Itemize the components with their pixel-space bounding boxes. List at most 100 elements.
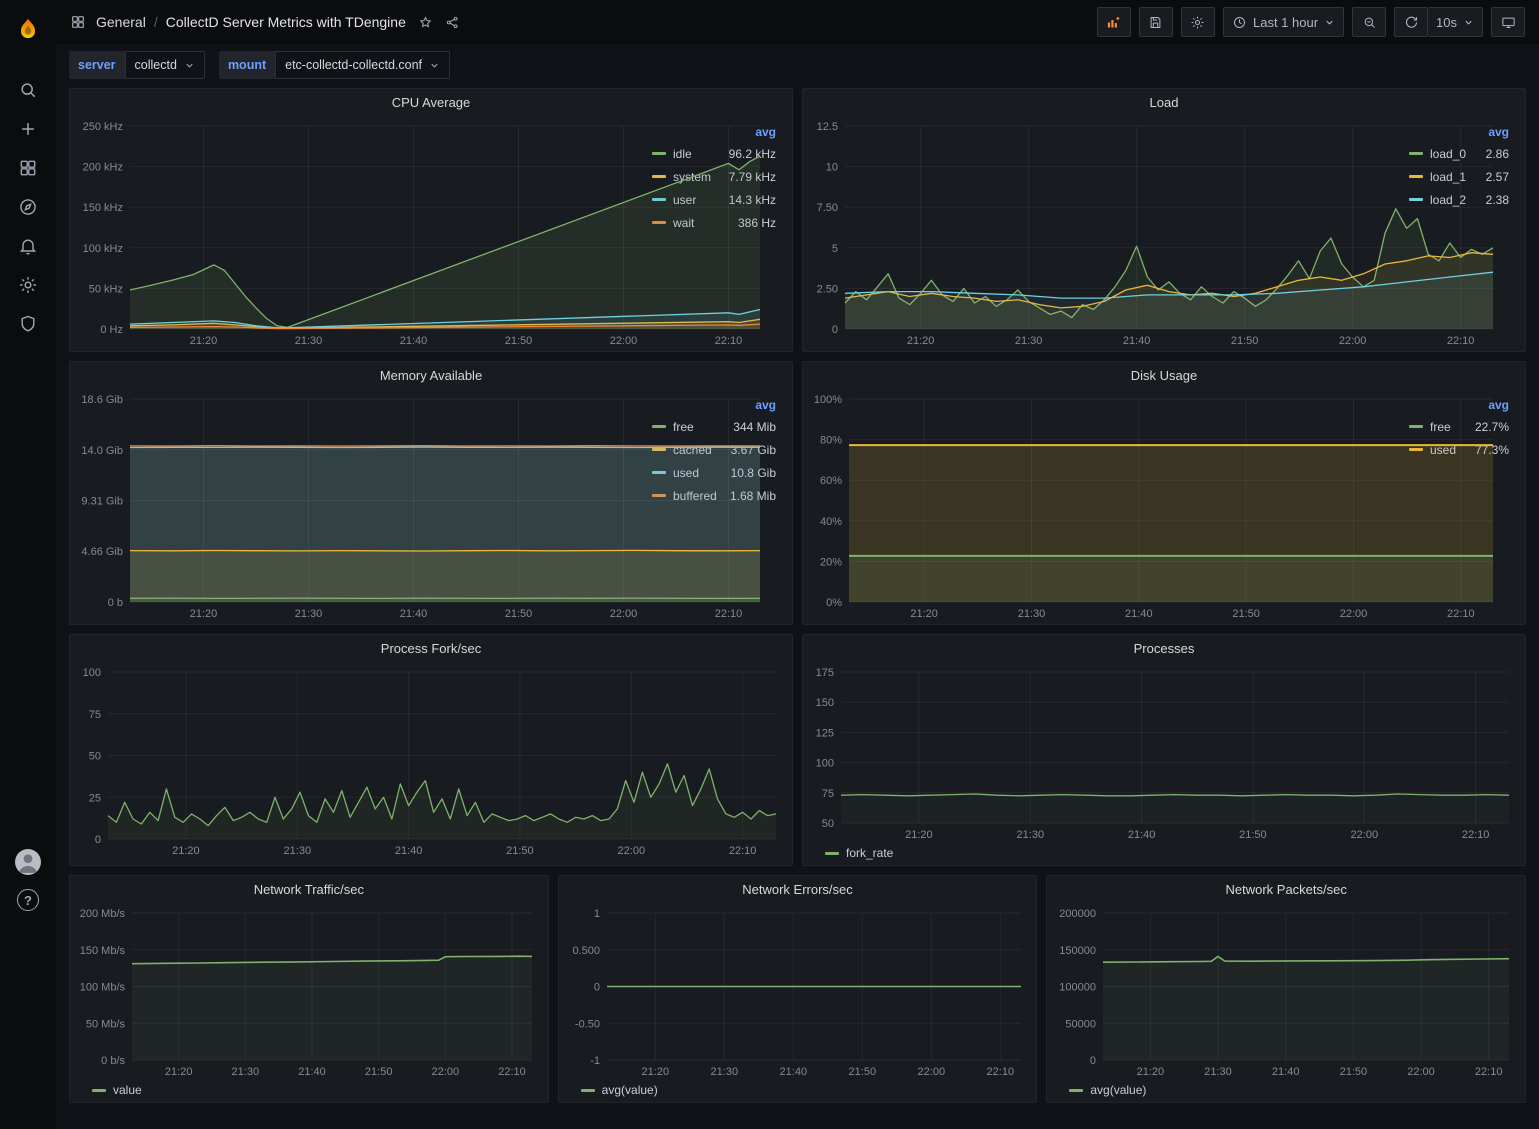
toolbar: Last 1 hour 10s [1089, 7, 1525, 37]
user-avatar[interactable] [15, 849, 41, 875]
chart-svg: 025507510021:2021:3021:4021:5022:0022:10 [78, 662, 784, 859]
chart-svg: 0%20%40%60%80%100%21:2021:3021:4021:5022… [811, 389, 1501, 622]
bell-icon [18, 236, 38, 256]
panel-cpu-average: CPU Average 0 Hz50 kHz100 kHz150 kHz200 … [69, 88, 793, 352]
legend-item-avg(value)[interactable]: avg(value) [581, 1083, 658, 1097]
zoom-out-button[interactable] [1352, 7, 1386, 37]
svg-text:20%: 20% [820, 556, 842, 568]
svg-text:21:30: 21:30 [1018, 608, 1046, 620]
legend-color-dash [1069, 1089, 1083, 1092]
svg-text:21:30: 21:30 [284, 845, 312, 857]
dashboard-grid: CPU Average 0 Hz50 kHz100 kHz150 kHz200 … [56, 86, 1539, 1129]
panel-title[interactable]: Disk Usage [803, 362, 1525, 389]
panel-title[interactable]: Load [803, 89, 1525, 116]
svg-text:100: 100 [816, 758, 834, 770]
svg-text:21:40: 21:40 [1272, 1066, 1300, 1078]
panel-title[interactable]: Processes [803, 635, 1525, 662]
breadcrumb-folder[interactable]: General [96, 14, 146, 30]
person-icon [15, 849, 41, 875]
svg-text:21:50: 21:50 [1232, 608, 1260, 620]
panel-title[interactable]: Process Fork/sec [70, 635, 792, 662]
panel-title-text: Network Traffic/sec [254, 882, 364, 897]
network-packets-chart[interactable]: 05000010000015000020000021:2021:3021:402… [1055, 903, 1517, 1080]
processes-chart[interactable]: 507510012515017521:2021:3021:4021:5022:0… [811, 662, 1517, 843]
network-traffic-chart[interactable]: 0 b/s50 Mb/s100 Mb/s150 Mb/s200 Mb/s21:2… [78, 903, 540, 1080]
tv-mode-button[interactable] [1491, 7, 1525, 37]
create-button[interactable] [6, 109, 50, 148]
search-icon [18, 80, 38, 100]
mount-variable-value: etc-collectd-collectd.conf [285, 58, 422, 72]
server-variable-dropdown[interactable]: collectd [125, 51, 205, 79]
panel-title-text: Memory Available [380, 368, 482, 383]
dashboards-grid-icon [18, 158, 38, 178]
svg-text:200 Mb/s: 200 Mb/s [80, 908, 126, 920]
configuration-button[interactable] [6, 265, 50, 304]
help-button[interactable]: ? [17, 889, 39, 911]
variables-row: server collectd mount etc-collectd-colle… [56, 44, 1539, 86]
legend-item-fork_rate[interactable]: fork_rate [825, 846, 893, 860]
svg-text:22:10: 22:10 [1462, 829, 1490, 841]
sidebar-bottom: ? [15, 849, 41, 911]
svg-text:50 kHz: 50 kHz [89, 283, 123, 295]
svg-text:0.500: 0.500 [572, 945, 600, 957]
panel-title[interactable]: Network Packets/sec [1047, 876, 1525, 903]
svg-text:10: 10 [826, 162, 838, 174]
svg-text:100000: 100000 [1060, 982, 1097, 994]
chevron-down-icon [184, 60, 195, 71]
svg-text:1: 1 [594, 908, 600, 920]
star-button[interactable] [418, 15, 433, 30]
svg-text:150000: 150000 [1060, 945, 1097, 957]
explore-button[interactable] [6, 187, 50, 226]
mount-variable-dropdown[interactable]: etc-collectd-collectd.conf [275, 51, 450, 79]
svg-text:21:40: 21:40 [1123, 335, 1151, 347]
legend-item-value[interactable]: value [92, 1083, 142, 1097]
svg-text:22:10: 22:10 [986, 1066, 1014, 1078]
svg-text:22:10: 22:10 [1447, 335, 1475, 347]
search-button[interactable] [6, 70, 50, 109]
time-range-picker[interactable]: Last 1 hour [1223, 7, 1344, 37]
breadcrumb-separator: / [154, 14, 158, 30]
grafana-logo[interactable] [6, 8, 50, 52]
dashboards-button[interactable] [6, 148, 50, 187]
panel-title[interactable]: Memory Available [70, 362, 792, 389]
panel-title[interactable]: Network Errors/sec [559, 876, 1037, 903]
load-chart[interactable]: 02.5057.501012.521:2021:3021:4021:5022:0… [811, 116, 1399, 349]
panel-title[interactable]: CPU Average [70, 89, 792, 116]
svg-text:22:00: 22:00 [1339, 335, 1367, 347]
svg-text:21:50: 21:50 [505, 608, 533, 620]
svg-text:150 kHz: 150 kHz [83, 202, 123, 214]
svg-text:14.0 Gib: 14.0 Gib [81, 445, 123, 457]
svg-text:21:50: 21:50 [1239, 829, 1267, 841]
share-button[interactable] [445, 15, 460, 30]
refresh-button[interactable] [1394, 7, 1428, 37]
add-panel-button[interactable] [1097, 7, 1131, 37]
cpu-average-chart[interactable]: 0 Hz50 kHz100 kHz150 kHz200 kHz250 kHz21… [78, 116, 642, 349]
disk-usage-chart[interactable]: 0%20%40%60%80%100%21:2021:3021:4021:5022… [811, 389, 1399, 622]
svg-text:21:30: 21:30 [295, 335, 323, 347]
network-errors-chart[interactable]: -1-0.5000.500121:2021:3021:4021:5022:002… [567, 903, 1029, 1080]
chart-svg: 05000010000015000020000021:2021:3021:402… [1055, 903, 1517, 1080]
alerting-button[interactable] [6, 226, 50, 265]
panel-title-text: CPU Average [392, 95, 471, 110]
svg-text:50: 50 [89, 751, 101, 763]
dashboard-title[interactable]: CollectD Server Metrics with TDengine [166, 14, 406, 30]
variable-mount: mount etc-collectd-collectd.conf [219, 51, 450, 79]
monitor-icon [1501, 15, 1516, 30]
save-dashboard-button[interactable] [1139, 7, 1173, 37]
server-admin-button[interactable] [6, 304, 50, 343]
svg-text:18.6 Gib: 18.6 Gib [81, 394, 123, 406]
svg-text:21:50: 21:50 [848, 1066, 876, 1078]
svg-text:50: 50 [822, 818, 834, 830]
memory-available-chart[interactable]: 0 b4.66 Gib9.31 Gib14.0 Gib18.6 Gib21:20… [78, 389, 642, 622]
svg-text:21:30: 21:30 [1015, 335, 1043, 347]
svg-text:100: 100 [83, 667, 101, 679]
panel-title[interactable]: Network Traffic/sec [70, 876, 548, 903]
svg-text:21:50: 21:50 [506, 845, 534, 857]
svg-text:0: 0 [832, 324, 838, 336]
dashboard-settings-button[interactable] [1181, 7, 1215, 37]
refresh-interval-picker[interactable]: 10s [1428, 7, 1483, 37]
svg-text:22:00: 22:00 [1340, 608, 1368, 620]
legend-item-avg(value)[interactable]: avg(value) [1069, 1083, 1146, 1097]
process-fork-chart[interactable]: 025507510021:2021:3021:4021:5022:0022:10 [78, 662, 784, 859]
svg-text:40%: 40% [820, 516, 842, 528]
